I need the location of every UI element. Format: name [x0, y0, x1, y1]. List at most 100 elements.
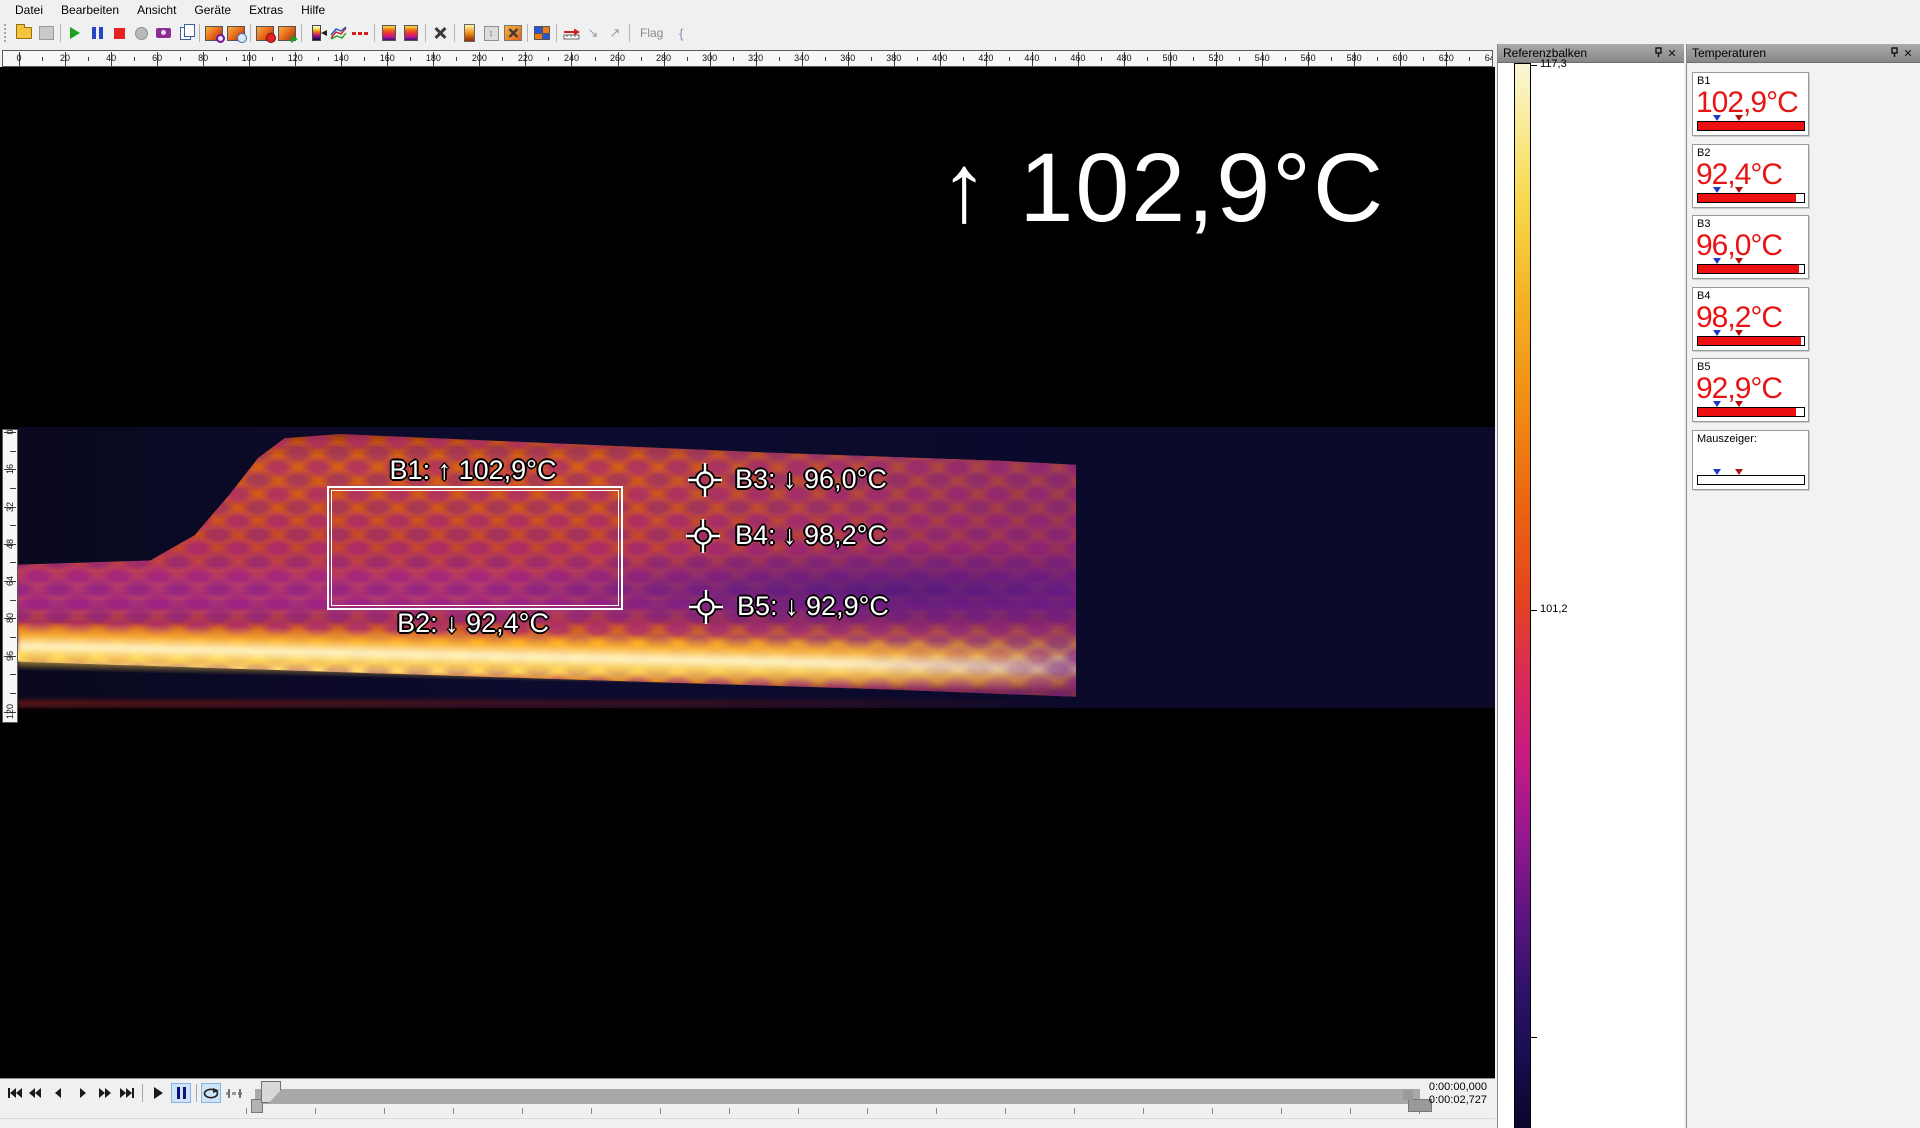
- timeline-tick: [936, 1108, 937, 1114]
- ruler-label: 140: [334, 53, 349, 63]
- fast-rewind-button[interactable]: [25, 1083, 45, 1103]
- pause-clip-button[interactable]: [171, 1083, 191, 1103]
- time-current: 0:00:00,000: [1429, 1081, 1487, 1094]
- frame-step-mode-button[interactable]: [224, 1083, 244, 1103]
- reference-bar-panel: Referenzbalken ✕ 117,3 101,2: [1497, 44, 1684, 1128]
- stop-button[interactable]: [108, 23, 130, 43]
- measure-point-b4-marker[interactable]: [686, 519, 720, 553]
- temperatures-panel-title: Temperaturen: [1692, 46, 1887, 60]
- ruler-label: 300: [702, 53, 717, 63]
- palette-select-button[interactable]: [305, 23, 327, 43]
- measure-point-b4-label: B4: ↓ 98,2°C: [735, 520, 887, 551]
- toolbar-separator: [629, 24, 630, 42]
- measure-area-b2-label: B2: ↓ 92,4°C: [327, 608, 619, 639]
- export-up-button[interactable]: ↗: [604, 23, 626, 43]
- red-dashes-icon: [352, 32, 368, 35]
- ruler-label: 96: [5, 649, 15, 663]
- menu-geräte[interactable]: Geräte: [185, 1, 240, 19]
- step-forward-button[interactable]: [73, 1083, 93, 1103]
- ir-image-canvas[interactable]: ↑ 102,9°C B1: ↑ 102,9°C B2: ↓ 92,4°C B3:…: [0, 67, 1495, 1078]
- open-button[interactable]: [13, 23, 35, 43]
- reference-color-scale[interactable]: [1514, 63, 1531, 1128]
- scale-mid-label: 101,2: [1540, 603, 1568, 615]
- ruler-minor-tick: [272, 57, 273, 61]
- ruler-label: 420: [978, 53, 993, 63]
- record-icon: [135, 27, 148, 40]
- pin-icon[interactable]: [1887, 47, 1901, 60]
- profile-curves-button[interactable]: [327, 23, 349, 43]
- play-file-button[interactable]: [276, 23, 298, 43]
- timeline-track[interactable]: [255, 1089, 1420, 1104]
- ruler-label: 48: [5, 537, 15, 551]
- play-button[interactable]: [64, 23, 86, 43]
- save-button[interactable]: [35, 23, 57, 43]
- layout-tiles-button[interactable]: [531, 23, 553, 43]
- flag-button[interactable]: Flag: [633, 25, 670, 41]
- open-folder-icon: [16, 27, 32, 39]
- measure-area-b1-label: B1: ↑ 102,9°C: [327, 455, 619, 486]
- palette-down-icon: [404, 25, 418, 41]
- timeline-tick: [315, 1108, 316, 1114]
- sensor-value: 92,9°C: [1696, 373, 1808, 404]
- play-clip-button[interactable]: [148, 1083, 168, 1103]
- snapshot-button[interactable]: [152, 23, 174, 43]
- settings-button[interactable]: [429, 23, 451, 43]
- close-icon[interactable]: ✕: [1901, 47, 1915, 60]
- vertical-ruler: 0163248648096120: [2, 429, 18, 723]
- toolbar-separator: [556, 24, 557, 42]
- ruler-minor-tick: [364, 57, 365, 61]
- save-image-button[interactable]: [203, 23, 225, 43]
- max-temperature-readout: ↑ 102,9°C: [940, 135, 1385, 242]
- palette-bar-icon: [312, 25, 321, 41]
- menu-datei[interactable]: Datei: [6, 1, 52, 19]
- measure-point-b3-marker[interactable]: [688, 463, 722, 497]
- statusbar-divider: [0, 1118, 1495, 1119]
- reference-bar-button[interactable]: [458, 23, 480, 43]
- menu-hilfe[interactable]: Hilfe: [292, 1, 334, 19]
- temperature-dots-button[interactable]: [349, 23, 371, 43]
- brace-button[interactable]: {: [670, 23, 692, 43]
- pause-button[interactable]: [86, 23, 108, 43]
- ruler-label: 440: [1024, 53, 1039, 63]
- toolbar-separator: [374, 24, 375, 42]
- ruler-minor-tick: [10, 674, 16, 675]
- ruler-minor-tick: [10, 693, 16, 694]
- sensor-box-b5: B592,9°C: [1692, 358, 1809, 422]
- record-button[interactable]: [130, 23, 152, 43]
- ruler-label: 32: [5, 500, 15, 514]
- ruler-label: 640: [1485, 53, 1493, 63]
- sensor-bar: [1697, 193, 1805, 203]
- pin-icon[interactable]: [1651, 47, 1665, 60]
- sensor-box-b1: B1102,9°C: [1692, 72, 1809, 136]
- export-down-button[interactable]: ↘: [582, 23, 604, 43]
- sensor-value: 98,2°C: [1696, 302, 1808, 333]
- ruler-label: 260: [610, 53, 625, 63]
- close-icon[interactable]: ✕: [1665, 47, 1679, 60]
- ruler-minor-tick: [318, 57, 319, 61]
- ir-settings-button[interactable]: [502, 23, 524, 43]
- measure-area-b1-rectangle[interactable]: [327, 486, 623, 610]
- measure-point-b5-marker[interactable]: [689, 590, 723, 624]
- toolbar-drag-handle[interactable]: [4, 24, 10, 42]
- fast-forward-button[interactable]: [95, 1083, 115, 1103]
- loop-button[interactable]: [201, 1083, 221, 1103]
- ruler-label: 540: [1255, 53, 1270, 63]
- record-frame-button[interactable]: [254, 23, 276, 43]
- menu-ansicht[interactable]: Ansicht: [128, 1, 185, 19]
- palette-down-button[interactable]: [400, 23, 422, 43]
- menu-bearbeiten[interactable]: Bearbeiten: [52, 1, 128, 19]
- ruler-label: 80: [5, 611, 15, 625]
- menu-extras[interactable]: Extras: [240, 1, 292, 19]
- ruler-minor-tick: [779, 57, 780, 61]
- skip-to-end-button[interactable]: [117, 1083, 137, 1103]
- copy-button[interactable]: [174, 23, 196, 43]
- export-image-button[interactable]: [225, 23, 247, 43]
- auto-scale-button[interactable]: ↕: [480, 23, 502, 43]
- palette-up-button[interactable]: [378, 23, 400, 43]
- ruler-minor-tick: [641, 57, 642, 61]
- skip-to-start-button[interactable]: [5, 1083, 25, 1103]
- step-back-button[interactable]: [48, 1083, 68, 1103]
- timeline-tick: [1005, 1108, 1006, 1114]
- sensor-value: 102,9°C: [1696, 87, 1808, 118]
- measure-arrow-button[interactable]: [560, 23, 582, 43]
